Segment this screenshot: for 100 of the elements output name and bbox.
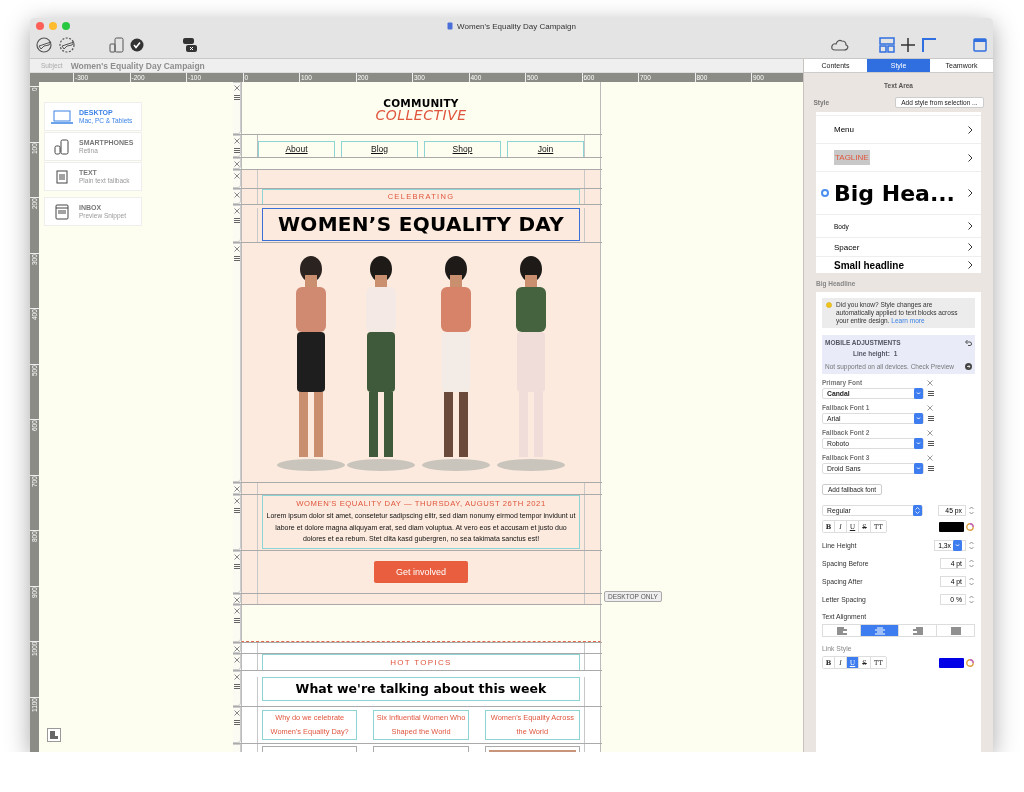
chevron-right-icon [968, 243, 973, 251]
style-name: Small headline [834, 259, 905, 271]
nav-link[interactable]: Blog [341, 141, 418, 157]
document-icon [447, 22, 454, 30]
close-icon [233, 657, 240, 663]
chat-bubbles-icon[interactable] [182, 37, 198, 53]
style-item[interactable]: Big Hea... [816, 171, 981, 214]
nav-link[interactable]: Shop [424, 141, 501, 157]
chevron-down-icon [914, 388, 923, 399]
close-icon [233, 710, 240, 716]
style-item[interactable]: Small headline [816, 256, 981, 273]
email-block[interactable]: What we're talking about this week [241, 671, 601, 706]
reorder-icon[interactable] [928, 391, 934, 396]
close-icon [233, 138, 240, 144]
close-icon [233, 674, 240, 680]
close-icon [233, 646, 240, 652]
close-icon [233, 554, 240, 560]
style-name: Spacer [834, 242, 860, 252]
drag-handle-icon [233, 564, 240, 569]
close-button[interactable] [36, 22, 44, 30]
window-icon[interactable] [973, 38, 987, 52]
remove-icon[interactable] [927, 454, 933, 461]
chevron-right-icon [968, 125, 973, 134]
close-icon [233, 486, 240, 492]
logo-text: COMMUNITY [383, 98, 459, 109]
inbox-window-icon [55, 203, 69, 220]
page-corner-icon [47, 728, 61, 742]
style-item[interactable]: Spacer [816, 237, 981, 256]
drag-handle-icon [233, 256, 240, 261]
headline-text[interactable]: WOMEN’S EQUALITY DAY [262, 208, 580, 241]
crosshair-icon[interactable] [900, 37, 916, 53]
stepper-icon[interactable] [968, 540, 975, 551]
layout-icon[interactable] [879, 37, 895, 53]
chevron-right-icon [968, 222, 973, 230]
close-icon [233, 161, 240, 167]
remove-icon[interactable] [927, 429, 933, 436]
email-block[interactable]: WOMEN’S EQUALITY DAY [241, 205, 601, 242]
close-icon [233, 597, 240, 603]
email-block[interactable]: COMMUNITY COLLECTIVE [241, 82, 601, 134]
checkmark-circle-icon[interactable] [130, 38, 144, 52]
drag-handle-icon [233, 508, 240, 513]
remove-icon[interactable] [927, 379, 933, 386]
color-wheel-icon[interactable] [966, 522, 974, 531]
close-icon [233, 173, 240, 179]
align-right-icon [912, 626, 923, 635]
close-icon [233, 608, 240, 614]
airplane-dashed-circle-icon[interactable] [59, 37, 77, 53]
block-handle[interactable] [233, 551, 241, 593]
airplane-circle-icon[interactable] [36, 37, 54, 53]
drag-handle-icon [233, 684, 240, 689]
chevron-down-icon [914, 438, 923, 449]
drag-handle-icon [233, 720, 240, 725]
style-item[interactable]: Menu [816, 115, 981, 143]
drag-handle-icon [233, 95, 240, 100]
chevron-right-icon [968, 189, 973, 197]
devices-icon[interactable] [109, 37, 125, 53]
color-swatch[interactable] [939, 521, 964, 532]
remove-icon[interactable] [927, 404, 933, 411]
email-block[interactable]: About Blog Shop Join [241, 135, 601, 157]
updown-icon [913, 505, 922, 516]
close-icon [233, 85, 240, 91]
reorder-icon[interactable] [928, 416, 934, 421]
alignment-button[interactable] [861, 625, 899, 636]
block-handle[interactable] [233, 495, 241, 550]
align-center-icon [874, 626, 885, 635]
laptop-icon [51, 109, 73, 124]
chevron-down-icon [953, 540, 962, 551]
stepper-icon[interactable] [968, 558, 975, 569]
color-swatch[interactable] [939, 657, 964, 668]
stepper-icon[interactable] [968, 505, 975, 516]
chevron-down-icon [914, 463, 923, 474]
chevron-right-icon [968, 261, 973, 269]
chevron-down-icon [914, 413, 923, 424]
reorder-icon[interactable] [928, 466, 934, 471]
nav-link[interactable]: Join [507, 141, 584, 157]
color-wheel-icon[interactable] [966, 658, 974, 667]
cloud-icon[interactable] [831, 38, 849, 52]
section-heading: What we're talking about this week [262, 677, 580, 701]
undo-icon[interactable] [964, 339, 972, 346]
corner-icon[interactable] [921, 37, 937, 53]
block-handle[interactable] [233, 82, 241, 134]
selected-dot-icon [821, 189, 829, 197]
drag-handle-icon [233, 148, 240, 153]
close-icon [233, 246, 240, 252]
stepper-icon[interactable] [968, 576, 975, 587]
style-name: Menu [834, 125, 854, 134]
zoom-button[interactable] [62, 22, 70, 30]
arrow-circle-icon[interactable] [965, 363, 972, 370]
drag-handle-icon [233, 218, 240, 223]
logo-text: COLLECTIVE [375, 109, 467, 122]
nav-link[interactable]: About [258, 141, 335, 157]
phones-icon [54, 138, 70, 155]
align-justify-icon [950, 626, 961, 635]
block-handle[interactable] [233, 243, 241, 482]
stepper-icon[interactable] [968, 594, 975, 605]
close-icon [233, 498, 240, 504]
reorder-icon[interactable] [928, 441, 934, 446]
drag-handle-icon [233, 618, 240, 623]
window-title: Women's Equality Day Campaign [457, 21, 576, 31]
close-icon [233, 208, 240, 214]
